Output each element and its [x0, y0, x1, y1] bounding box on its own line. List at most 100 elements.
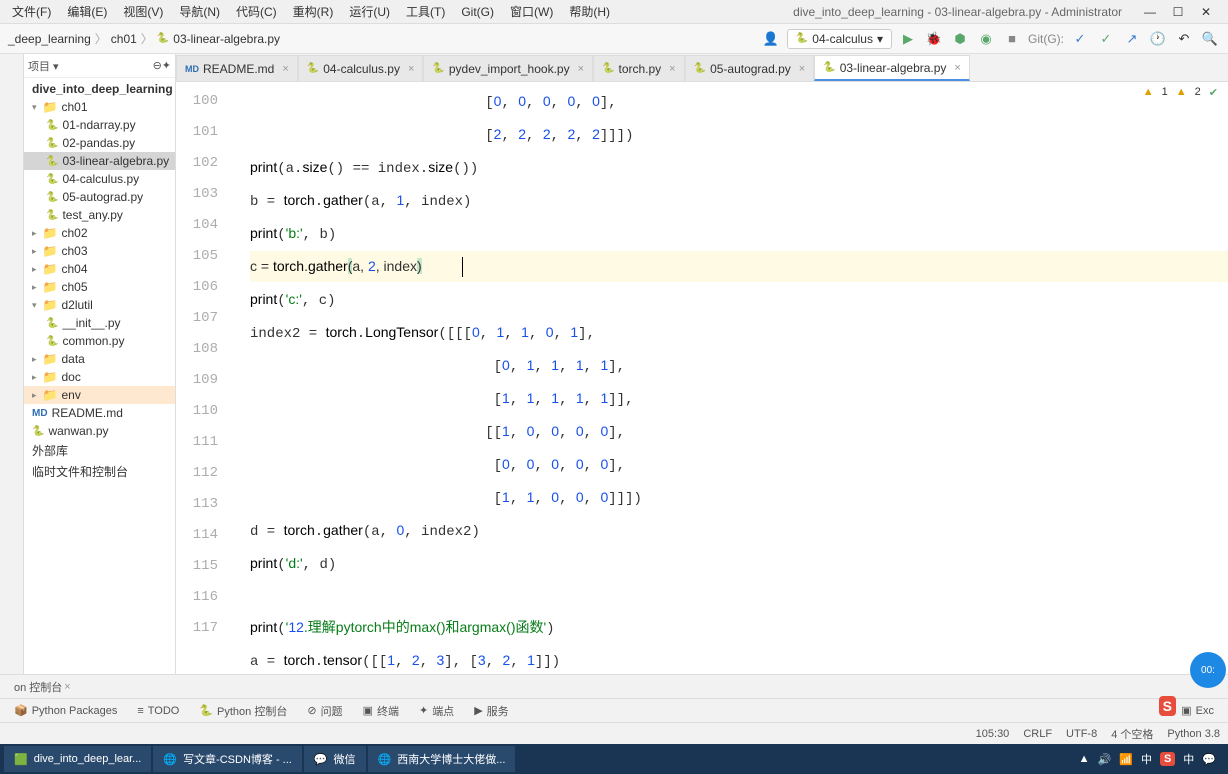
tree-item-01-ndarray-py[interactable]: 🐍 01-ndarray.py	[24, 116, 175, 134]
minimize-icon[interactable]: —	[1140, 5, 1160, 19]
close-icon[interactable]: ✕	[1196, 5, 1216, 19]
tree-item-ch04[interactable]: 📁 ch04	[24, 260, 175, 278]
git-push-icon[interactable]: ↗	[1122, 29, 1142, 49]
editor-tab[interactable]: MD README.md×	[176, 55, 298, 81]
task-item[interactable]: 🌐 写文章-CSDN博客 - ...	[153, 746, 301, 772]
tool-python-packages[interactable]: 📦 Python Packages	[4, 704, 127, 717]
ime-indicator[interactable]: S	[1159, 696, 1176, 716]
breadcrumb-item[interactable]: ch01	[111, 32, 137, 46]
menu-help[interactable]: 帮助(H)	[561, 3, 618, 20]
git-history-icon[interactable]: 🕐	[1148, 29, 1168, 49]
notification-icon[interactable]: 💬	[1202, 753, 1216, 766]
git-commit-icon[interactable]: ✓	[1096, 29, 1116, 49]
close-icon[interactable]: ×	[954, 62, 960, 74]
git-rollback-icon[interactable]: ↶	[1174, 29, 1194, 49]
breadcrumb-item[interactable]: _deep_learning	[8, 32, 91, 46]
tree-item-doc[interactable]: 📁 doc	[24, 368, 175, 386]
close-icon[interactable]: ×	[408, 63, 414, 75]
stop-icon[interactable]: ■	[1002, 29, 1022, 49]
run-icon[interactable]: ▶	[898, 29, 918, 49]
editor-tab[interactable]: 🐍 05-autograd.py×	[685, 55, 815, 81]
scratches[interactable]: 临时文件和控制台	[24, 461, 175, 482]
close-icon[interactable]: ×	[578, 63, 584, 75]
code-content[interactable]: [0, 0, 0, 0, 0], [2, 2, 2, 2, 2]]]) prin…	[250, 82, 1228, 674]
editor-tab[interactable]: 🐍 torch.py×	[593, 55, 685, 81]
menu-navigate[interactable]: 导航(N)	[171, 3, 228, 20]
ime-label[interactable]: 中	[1141, 751, 1152, 767]
code-editor[interactable]: ▲1 ▲2 ✔ 100 101 102 103 104 105 106 107 …	[176, 82, 1228, 674]
run-config-select[interactable]: 🐍 04-calculus ▾	[787, 29, 892, 49]
close-icon[interactable]: ×	[669, 63, 675, 75]
file-encoding[interactable]: UTF-8	[1066, 728, 1097, 740]
tree-item-05-autograd-py[interactable]: 🐍 05-autograd.py	[24, 188, 175, 206]
user-icon[interactable]: 👤	[761, 29, 781, 49]
system-tray[interactable]: ▲ 🔊 📶 中 S 中 💬	[1071, 751, 1224, 767]
tree-label: wanwan.py	[48, 424, 108, 438]
tool-python-console[interactable]: 🐍 Python 控制台	[189, 703, 297, 719]
profile-icon[interactable]: ◉	[976, 29, 996, 49]
menu-tools[interactable]: 工具(T)	[398, 3, 453, 20]
tree-item-ch05[interactable]: 📁 ch05	[24, 278, 175, 296]
tree-item-03-linear-algebra-py[interactable]: 🐍 03-linear-algebra.py	[24, 152, 175, 170]
tray-expand-icon[interactable]: ▲	[1079, 753, 1090, 765]
menu-refactor[interactable]: 重构(R)	[285, 3, 342, 20]
tree-item-ch01[interactable]: 📁 ch01	[24, 98, 175, 116]
menu-view[interactable]: 视图(V)	[115, 3, 171, 20]
git-update-icon[interactable]: ✓	[1070, 29, 1090, 49]
console-tab[interactable]: on 控制台×	[8, 679, 77, 695]
editor-tab[interactable]: 🐍 04-calculus.py×	[298, 55, 424, 81]
tree-item-README-md[interactable]: MD README.md	[24, 404, 175, 422]
search-icon[interactable]: 🔍	[1200, 29, 1220, 49]
menu-file[interactable]: 文件(F)	[4, 3, 59, 20]
task-item[interactable]: 💬 微信	[304, 746, 366, 772]
tree-item-d2lutil[interactable]: 📁 d2lutil	[24, 296, 175, 314]
tool-problems[interactable]: ⊘ 问题	[297, 703, 352, 719]
project-root[interactable]: dive_into_deep_learning C:\U	[24, 80, 175, 98]
tree-item-__init__-py[interactable]: 🐍 __init__.py	[24, 314, 175, 332]
tree-item-test_any-py[interactable]: 🐍 test_any.py	[24, 206, 175, 224]
tool-terminal[interactable]: ▣ 终端	[353, 703, 409, 719]
menu-window[interactable]: 窗口(W)	[502, 3, 561, 20]
editor-tab[interactable]: 🐍 03-linear-algebra.py×	[814, 55, 970, 81]
tree-item-04-calculus-py[interactable]: 🐍 04-calculus.py	[24, 170, 175, 188]
close-icon[interactable]: ×	[282, 63, 288, 75]
menu-edit[interactable]: 编辑(E)	[59, 3, 115, 20]
collapse-icon[interactable]: ⊖	[153, 59, 162, 72]
task-item[interactable]: 🌐 西南大学博士大佬做...	[368, 746, 516, 772]
tree-item-02-pandas-py[interactable]: 🐍 02-pandas.py	[24, 134, 175, 152]
tree-item-wanwan-py[interactable]: 🐍 wanwan.py	[24, 422, 175, 440]
breadcrumb-item[interactable]: 03-linear-algebra.py	[173, 32, 280, 46]
close-icon[interactable]: ×	[799, 63, 805, 75]
coverage-icon[interactable]: ⬢	[950, 29, 970, 49]
menu-code[interactable]: 代码(C)	[228, 3, 285, 20]
volume-icon[interactable]: 🔊	[1098, 753, 1112, 766]
tree-item-ch03[interactable]: 📁 ch03	[24, 242, 175, 260]
tree-item-data[interactable]: 📁 data	[24, 350, 175, 368]
event-log-icon[interactable]: ▣ Exc	[1171, 704, 1224, 717]
fold-column[interactable]	[232, 82, 250, 674]
line-separator[interactable]: CRLF	[1023, 728, 1052, 740]
maximize-icon[interactable]: ☐	[1168, 5, 1188, 19]
tool-todo[interactable]: ≡ TODO	[127, 705, 189, 717]
ime-label-2[interactable]: 中	[1183, 751, 1194, 767]
tree-item-common-py[interactable]: 🐍 common.py	[24, 332, 175, 350]
left-gutter[interactable]	[0, 54, 24, 674]
sogou-icon[interactable]: S	[1160, 752, 1175, 766]
caret-position[interactable]: 105:30	[976, 728, 1010, 740]
tool-services[interactable]: ▶ 服务	[464, 703, 518, 719]
tree-item-ch02[interactable]: 📁 ch02	[24, 224, 175, 242]
python-interpreter[interactable]: Python 3.8	[1167, 728, 1220, 740]
tree-item-env[interactable]: 📁 env	[24, 386, 175, 404]
editor-tab[interactable]: 🐍 pydev_import_hook.py×	[423, 55, 593, 81]
inspection-widget[interactable]: ▲1 ▲2 ✔	[1143, 86, 1218, 99]
external-libs[interactable]: 外部库	[24, 440, 175, 461]
gear-icon[interactable]: ✦	[162, 59, 171, 72]
menu-run[interactable]: 运行(U)	[341, 3, 398, 20]
task-item[interactable]: 🟩 dive_into_deep_lear...	[4, 746, 151, 772]
close-icon[interactable]: ×	[64, 681, 70, 693]
menu-git[interactable]: Git(G)	[453, 5, 502, 19]
debug-icon[interactable]: 🐞	[924, 29, 944, 49]
network-icon[interactable]: 📶	[1119, 753, 1133, 766]
tool-endpoints[interactable]: ✦ 端点	[409, 703, 464, 719]
indent-setting[interactable]: 4 个空格	[1111, 726, 1153, 742]
